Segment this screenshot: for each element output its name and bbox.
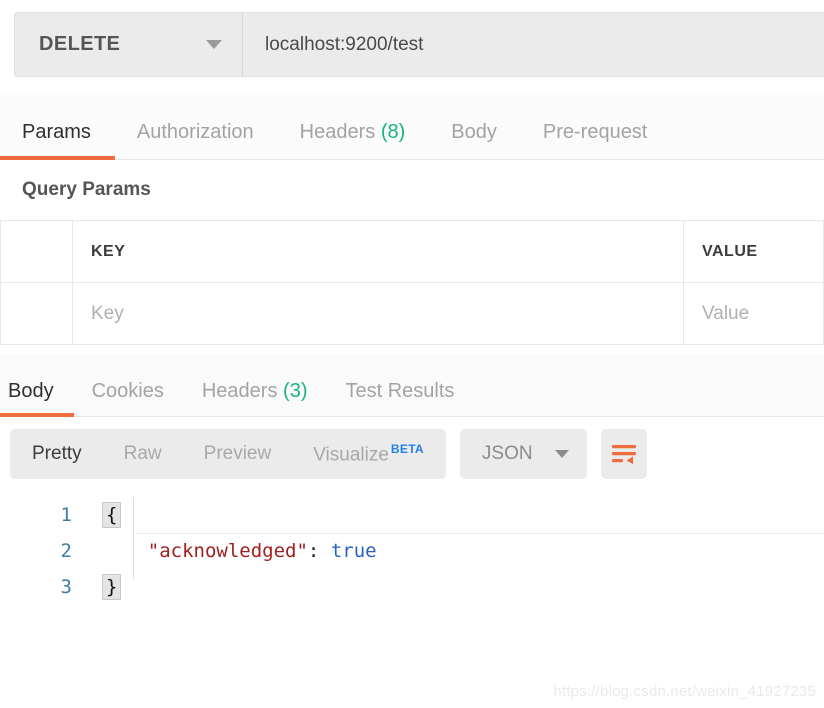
response-body-toolbar: Pretty Raw Preview VisualizeBETA JSON xyxy=(0,417,824,491)
response-tab-body-label: Body xyxy=(8,380,54,402)
request-tabs: Params Authorization Headers (8) Body Pr… xyxy=(0,92,824,160)
query-params-table: KEY VALUE Key Value xyxy=(0,220,824,345)
gutter-divider xyxy=(133,497,134,579)
method-select[interactable]: DELETE xyxy=(15,13,243,76)
url-bar-container: DELETE localhost:9200/test xyxy=(14,12,824,77)
code-line-1: 1 { xyxy=(0,497,824,533)
tab-headers-label: Headers xyxy=(300,121,376,143)
tab-body-label: Body xyxy=(451,121,497,143)
column-header-value: VALUE xyxy=(702,243,758,260)
response-tab-cookies[interactable]: Cookies xyxy=(92,380,164,416)
line-number-2: 2 xyxy=(0,540,96,562)
chevron-down-icon xyxy=(555,450,569,458)
tab-params-label: Params xyxy=(22,121,91,143)
header-cell-checkbox xyxy=(1,221,73,283)
response-tab-body[interactable]: Body xyxy=(8,380,54,416)
format-pretty[interactable]: Pretty xyxy=(32,443,82,465)
table-row: Key Value xyxy=(1,283,824,345)
open-brace: { xyxy=(102,502,121,528)
row-key-cell[interactable]: Key xyxy=(73,283,684,345)
value-input-placeholder: Value xyxy=(702,303,749,324)
request-url-bar: DELETE localhost:9200/test xyxy=(0,0,824,92)
response-body-code[interactable]: 1 { 2 "acknowledged": true 3 } xyxy=(0,491,824,605)
response-tab-test-results[interactable]: Test Results xyxy=(345,380,454,416)
code-line-3: 3 } xyxy=(0,569,824,605)
json-colon: : xyxy=(308,540,331,562)
wrap-lines-button[interactable] xyxy=(601,429,647,479)
tab-pre-request-label: Pre-request xyxy=(543,121,648,143)
row-value-cell[interactable]: Value xyxy=(684,283,824,345)
tab-pre-request[interactable]: Pre-request xyxy=(543,121,648,159)
query-params-title: Query Params xyxy=(0,160,824,220)
response-tabs: Body Cookies Headers (3) Test Results xyxy=(0,355,824,417)
key-input-placeholder: Key xyxy=(91,303,124,324)
close-brace: } xyxy=(102,574,121,600)
header-cell-value: VALUE xyxy=(684,221,824,283)
response-tab-test-results-label: Test Results xyxy=(345,380,454,402)
format-visualize-label: Visualize xyxy=(313,444,389,465)
tab-headers-count: (8) xyxy=(381,121,405,143)
method-label: DELETE xyxy=(39,33,120,56)
code-content-2: "acknowledged": true xyxy=(96,540,377,562)
code-content-1: { xyxy=(96,504,121,526)
tab-body[interactable]: Body xyxy=(451,121,497,159)
response-tab-cookies-label: Cookies xyxy=(92,380,164,402)
column-header-key: KEY xyxy=(91,243,125,260)
tab-authorization-label: Authorization xyxy=(137,121,254,143)
wrap-lines-icon xyxy=(611,443,637,465)
header-cell-key: KEY xyxy=(73,221,684,283)
table-header-row: KEY VALUE xyxy=(1,221,824,283)
line-number-3: 3 xyxy=(0,576,96,598)
row-checkbox-cell[interactable] xyxy=(1,283,73,345)
language-select[interactable]: JSON xyxy=(460,429,587,479)
format-visualize[interactable]: VisualizeBETA xyxy=(313,442,424,466)
json-key: "acknowledged" xyxy=(148,540,308,562)
code-row-separator xyxy=(133,533,824,534)
json-value: true xyxy=(331,540,377,562)
response-tab-headers-count: (3) xyxy=(283,380,307,402)
watermark: https://blog.csdn.net/weixin_41927235 xyxy=(553,683,816,700)
response-tab-headers-label: Headers xyxy=(202,380,278,402)
tab-headers[interactable]: Headers (8) xyxy=(300,121,406,159)
response-tab-headers[interactable]: Headers (3) xyxy=(202,380,308,416)
line-number-1: 1 xyxy=(0,504,96,526)
url-input-value: localhost:9200/test xyxy=(265,34,423,56)
url-input[interactable]: localhost:9200/test xyxy=(243,13,824,76)
code-content-3: } xyxy=(96,576,121,598)
format-raw[interactable]: Raw xyxy=(124,443,162,465)
chevron-down-icon xyxy=(206,40,222,49)
code-line-2: 2 "acknowledged": true xyxy=(0,533,824,569)
language-label: JSON xyxy=(482,443,533,465)
format-preview[interactable]: Preview xyxy=(204,443,272,465)
tab-authorization[interactable]: Authorization xyxy=(137,121,254,159)
format-switcher: Pretty Raw Preview VisualizeBETA xyxy=(10,429,446,479)
beta-badge: BETA xyxy=(391,442,424,456)
tab-params[interactable]: Params xyxy=(22,121,91,159)
